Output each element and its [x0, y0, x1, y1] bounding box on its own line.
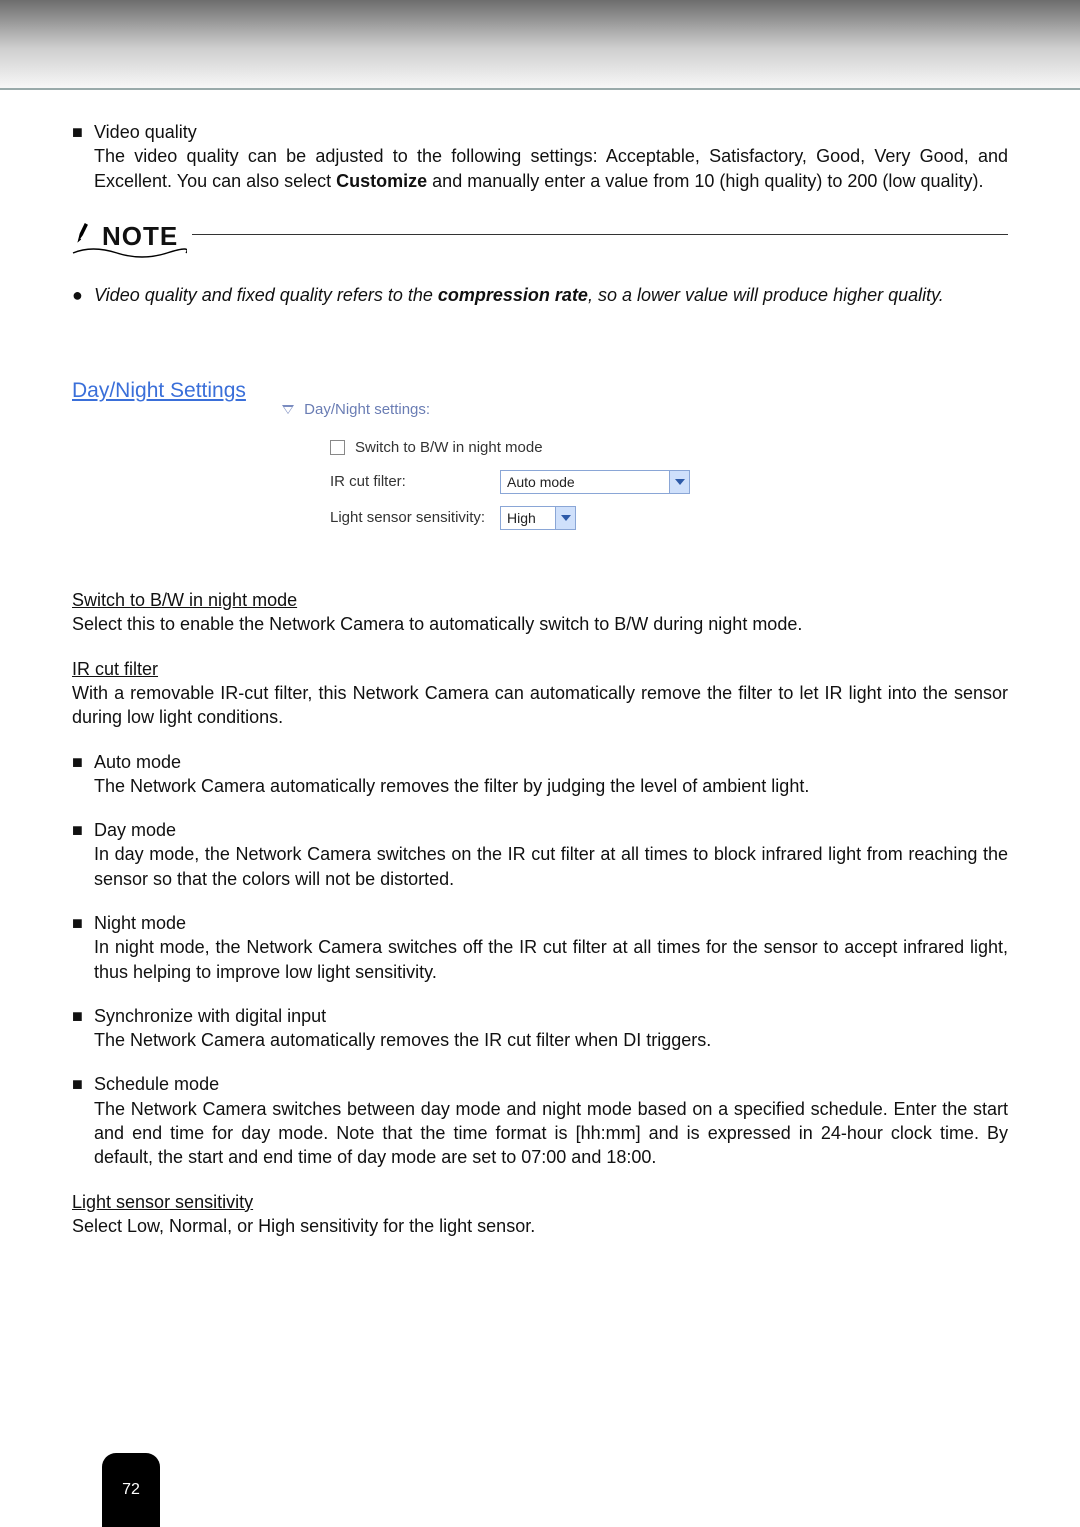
video-quality-title: Video quality [94, 122, 197, 142]
video-quality-block: Video quality The video quality can be a… [94, 120, 1008, 193]
note-divider: NOTE [72, 219, 1008, 253]
note-text-after: , so a lower value will produce higher q… [588, 285, 944, 305]
ir-cut-filter-select[interactable]: Auto mode [500, 470, 690, 494]
switch-bw-title: Switch to B/W in night mode [72, 590, 297, 610]
ir-filter-block: IR cut filter With a removable IR-cut fi… [72, 657, 1008, 730]
day-night-section-heading: Day/Night Settings [72, 379, 246, 402]
note-bullet-text: Video quality and fixed quality refers t… [94, 283, 1008, 307]
chevron-down-icon [555, 507, 575, 529]
day-mode-title: Day mode [94, 820, 176, 840]
sync-mode-block: Synchronize with digital input The Netwo… [94, 1004, 1008, 1053]
note-text-before: Video quality and fixed quality refers t… [94, 285, 438, 305]
schedule-mode-block: Schedule mode The Network Camera switche… [94, 1072, 1008, 1169]
night-mode-block: Night mode In night mode, the Network Ca… [94, 911, 1008, 984]
square-bullet-icon: ■ [72, 750, 94, 799]
square-bullet-icon: ■ [72, 818, 94, 891]
square-bullet-icon: ■ [72, 911, 94, 984]
light-sensor-value: High [507, 509, 536, 528]
schedule-mode-title: Schedule mode [94, 1074, 219, 1094]
page-number: 72 [122, 1481, 140, 1499]
ir-cut-filter-label: IR cut filter: [330, 472, 500, 492]
ir-filter-body: With a removable IR-cut filter, this Net… [72, 681, 1008, 730]
day-night-settings-panel: Day/Night settings: Switch to B/W in nig… [282, 400, 1008, 531]
bw-night-mode-checkbox[interactable] [330, 440, 345, 455]
light-sensor-block: Light sensor sensitivity Select Low, Nor… [72, 1190, 1008, 1239]
sync-mode-title: Synchronize with digital input [94, 1006, 326, 1026]
header-gradient [0, 0, 1080, 90]
disc-bullet-icon: ● [72, 283, 94, 307]
square-bullet-icon: ■ [72, 1004, 94, 1053]
light-sensor-label: Light sensor sensitivity: [330, 508, 500, 528]
page-number-tab: 72 [102, 1453, 160, 1527]
panel-header-text: Day/Night settings: [304, 401, 430, 418]
day-mode-body: In day mode, the Network Camera switches… [94, 844, 1008, 888]
page-body: ■ Video quality The video quality can be… [0, 90, 1080, 1238]
auto-mode-title: Auto mode [94, 752, 181, 772]
light-sensor-select[interactable]: High [500, 506, 576, 530]
chevron-down-icon [669, 471, 689, 493]
bw-night-mode-label: Switch to B/W in night mode [355, 438, 543, 458]
square-bullet-icon: ■ [72, 1072, 94, 1169]
ir-filter-title: IR cut filter [72, 659, 158, 679]
switch-bw-block: Switch to B/W in night mode Select this … [72, 588, 1008, 637]
auto-mode-body: The Network Camera automatically removes… [94, 776, 809, 796]
switch-bw-body: Select this to enable the Network Camera… [72, 614, 802, 634]
schedule-mode-body: The Network Camera switches between day … [94, 1099, 1008, 1168]
day-mode-block: Day mode In day mode, the Network Camera… [94, 818, 1008, 891]
square-bullet-icon: ■ [72, 120, 94, 193]
video-quality-text-after: and manually enter a value from 10 (high… [427, 171, 983, 191]
light-sensor-title: Light sensor sensitivity [72, 1192, 253, 1212]
video-quality-text-bold: Customize [336, 171, 427, 191]
note-text-bold: compression rate [438, 285, 588, 305]
sync-mode-body: The Network Camera automatically removes… [94, 1030, 711, 1050]
night-mode-title: Night mode [94, 913, 186, 933]
night-mode-body: In night mode, the Network Camera switch… [94, 937, 1008, 981]
ir-cut-filter-value: Auto mode [507, 473, 575, 492]
collapse-arrow-icon[interactable] [282, 405, 294, 414]
light-sensor-body: Select Low, Normal, or High sensitivity … [72, 1216, 535, 1236]
auto-mode-block: Auto mode The Network Camera automatical… [94, 750, 1008, 799]
